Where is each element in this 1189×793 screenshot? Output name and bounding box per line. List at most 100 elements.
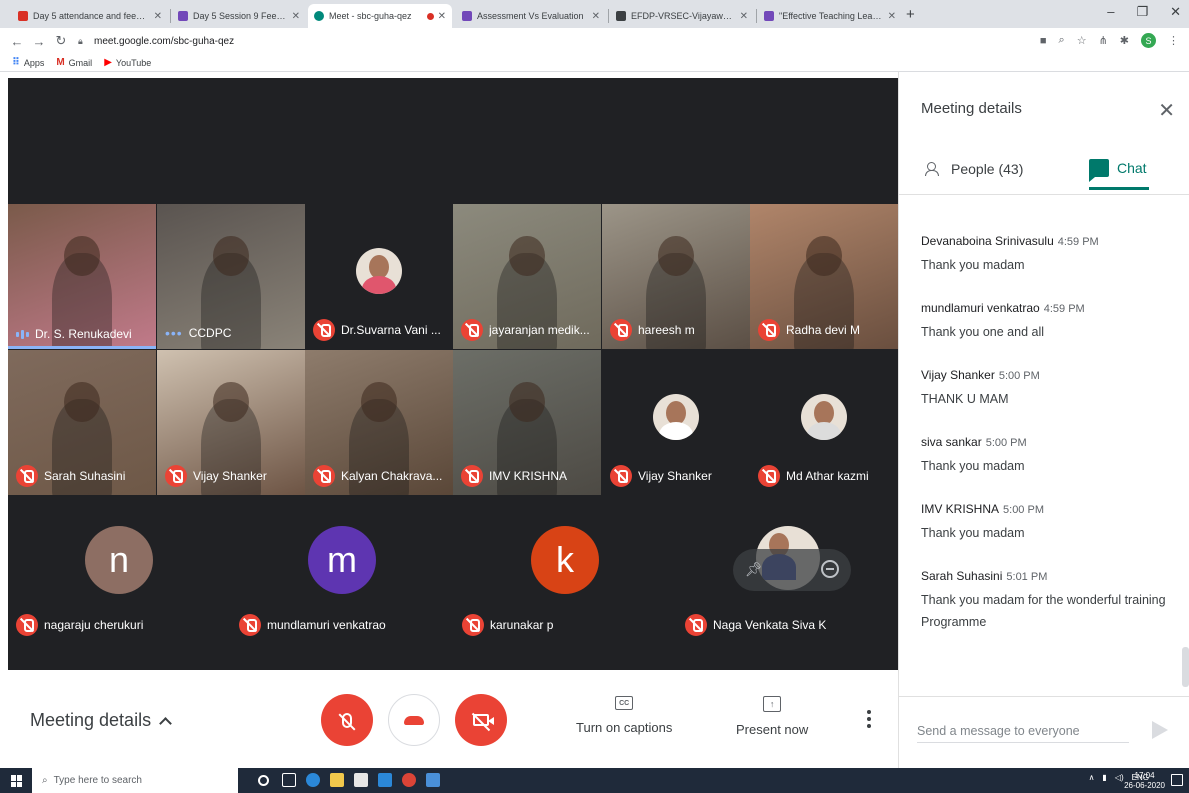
file-explorer-icon[interactable] [330,773,344,787]
reload-icon[interactable]: ↻ [50,33,72,49]
taskbar-search[interactable]: ⌕ Type here to search [32,768,238,793]
task-view-icon[interactable] [282,773,296,787]
browser-menu-icon[interactable]: ⋮ [1168,34,1179,47]
browser-tab-4[interactable]: EFDP-VRSEC-Vijayawada ✕ [610,4,754,28]
mic-off-icon [462,614,484,636]
participant-tile[interactable]: Md Athar kazmi [750,350,898,495]
store-icon[interactable] [354,773,368,787]
participant-tile[interactable]: jayaranjan medik... [453,204,601,349]
participant-tile[interactable]: Dr.Suvarna Vani ... [305,204,453,349]
mic-off-icon [165,465,187,487]
participant-tile[interactable]: m mundlamuri venkatrao [231,498,453,644]
avatar: m [308,526,376,594]
meeting-details-label: Meeting details [30,710,152,730]
close-tab-icon[interactable]: ✕ [740,11,748,22]
chevron-up-icon[interactable]: ∧ [1089,773,1095,782]
back-arrow-icon[interactable]: ← [6,34,28,49]
tab-people[interactable]: People (43) [925,148,1023,190]
browser-tab-5[interactable]: "Effective Teaching Learning Stra ✕ [758,4,902,28]
participant-label: karunakar p [462,614,672,636]
tab-chat[interactable]: Chat [1089,148,1149,190]
avatar [801,394,847,440]
browser-tab-0[interactable]: Day 5 attendance and feed back ✕ [12,4,168,28]
bookmark-label: Gmail [68,57,93,68]
participant-tile[interactable]: Kalyan Chakrava... [305,350,453,495]
tab-label: "Effective Teaching Learning Stra [779,11,884,21]
participant-label: nagaraju cherukuri [16,614,226,636]
address-bar[interactable]: 🔒︎ meet.google.com/sbc-guha-qez [78,31,1098,51]
tab-label: Assessment Vs Evaluation [477,11,584,21]
mic-toggle-button[interactable] [321,694,373,746]
cortana-icon[interactable] [258,775,269,786]
message-time: 5:00 PM [998,370,1040,382]
bookmark-gmail[interactable]: M Gmail [56,57,92,68]
start-button[interactable] [11,775,23,787]
forward-arrow-icon[interactable]: → [28,34,50,49]
camera-off-icon [473,714,494,726]
bookmark-star-icon[interactable]: ☆ [1077,34,1087,47]
participant-name: IMV KRISHNA [489,469,568,483]
meeting-details-toggle[interactable]: Meeting details [30,710,172,731]
network-icon[interactable]: ▮ [1102,773,1106,782]
close-tab-icon[interactable]: ✕ [592,11,600,22]
close-window-button[interactable]: ✕ [1170,4,1181,20]
participant-name: Md Athar kazmi [786,469,869,483]
participant-tile[interactable]: k karunakar p [454,498,676,644]
participant-label: Sarah Suhasini [16,465,152,487]
participant-name: Vijay Shanker [193,469,267,483]
camera-indicator-icon[interactable]: ■ [1040,35,1047,47]
windows-taskbar: ⌕ Type here to search ∧ ▮ ◁) ENG 17:04 2… [0,768,1189,793]
chrome-icon[interactable] [402,773,416,787]
panel-title: Meeting details [921,100,1022,117]
close-tab-icon[interactable]: ✕ [154,11,162,22]
message-text: Thank you madam [921,526,1025,540]
participant-tile[interactable]: ••• CCDPC [157,204,305,349]
participant-tile[interactable]: hareesh m [602,204,750,349]
browser-tab-meet[interactable]: Meet - sbc-guha-qez ✕ [308,4,452,28]
puzzle-icon[interactable]: ✱ [1120,34,1129,47]
restore-button[interactable]: ❐ [1136,4,1148,20]
participant-tile[interactable]: Sarah Suhasini [8,350,156,495]
chat-input[interactable] [917,719,1129,743]
profile-avatar[interactable]: S [1141,33,1156,48]
captions-button[interactable]: CC Turn on captions [576,696,672,735]
tile-hover-controls: 📌︎ [733,549,851,591]
pin-icon[interactable]: 📌︎ [745,561,763,578]
participant-tile[interactable]: IMV KRISHNA [453,350,601,495]
participant-name: mundlamuri venkatrao [267,618,386,632]
close-tab-icon[interactable]: ✕ [292,11,300,22]
browser-tab-1[interactable]: Day 5 Session 9 Feedback - Goo ✕ [172,4,306,28]
mic-off-icon [758,465,780,487]
mic-off-icon [758,319,780,341]
remove-icon[interactable] [821,560,839,578]
close-icon[interactable]: ✕ [1158,98,1175,123]
participant-tile[interactable]: n nagaraju cherukuri [8,498,230,644]
more-options-button[interactable] [862,710,876,728]
participant-tile[interactable]: Dr. S. Renukadevi [8,204,156,349]
leave-call-button[interactable] [388,694,440,746]
present-now-button[interactable]: ↑ Present now [736,696,808,737]
app-icon[interactable] [426,773,440,787]
edge-icon[interactable] [306,773,320,787]
notifications-icon[interactable] [1171,774,1183,786]
send-icon[interactable] [1152,721,1168,739]
participant-tile[interactable]: Vijay Shanker [157,350,305,495]
mail-icon[interactable] [378,773,392,787]
camera-toggle-button[interactable] [455,694,507,746]
chat-scrollbar[interactable] [1182,647,1189,687]
participant-tile[interactable]: Vijay Shanker [602,350,750,495]
system-clock[interactable]: 17:04 26-06-2020 [1124,771,1165,791]
volume-icon[interactable]: ◁) [1115,773,1124,782]
new-tab-button[interactable]: + [906,6,915,23]
participant-tile[interactable]: Radha devi M [750,204,898,349]
message-text: Thank you madam [921,459,1025,473]
close-tab-icon[interactable]: ✕ [888,11,896,22]
zoom-icon[interactable]: ⌕ [1059,34,1065,47]
extension-icon[interactable]: ⋔ [1099,34,1108,47]
bookmark-youtube[interactable]: ▶ YouTube [104,57,151,68]
close-tab-icon[interactable]: ✕ [438,11,446,22]
bookmark-apps[interactable]: ⠿ Apps [12,57,44,68]
browser-tab-3[interactable]: Assessment Vs Evaluation ✕ [456,4,606,28]
mic-off-icon [239,614,261,636]
minimize-button[interactable]: – [1107,4,1114,20]
